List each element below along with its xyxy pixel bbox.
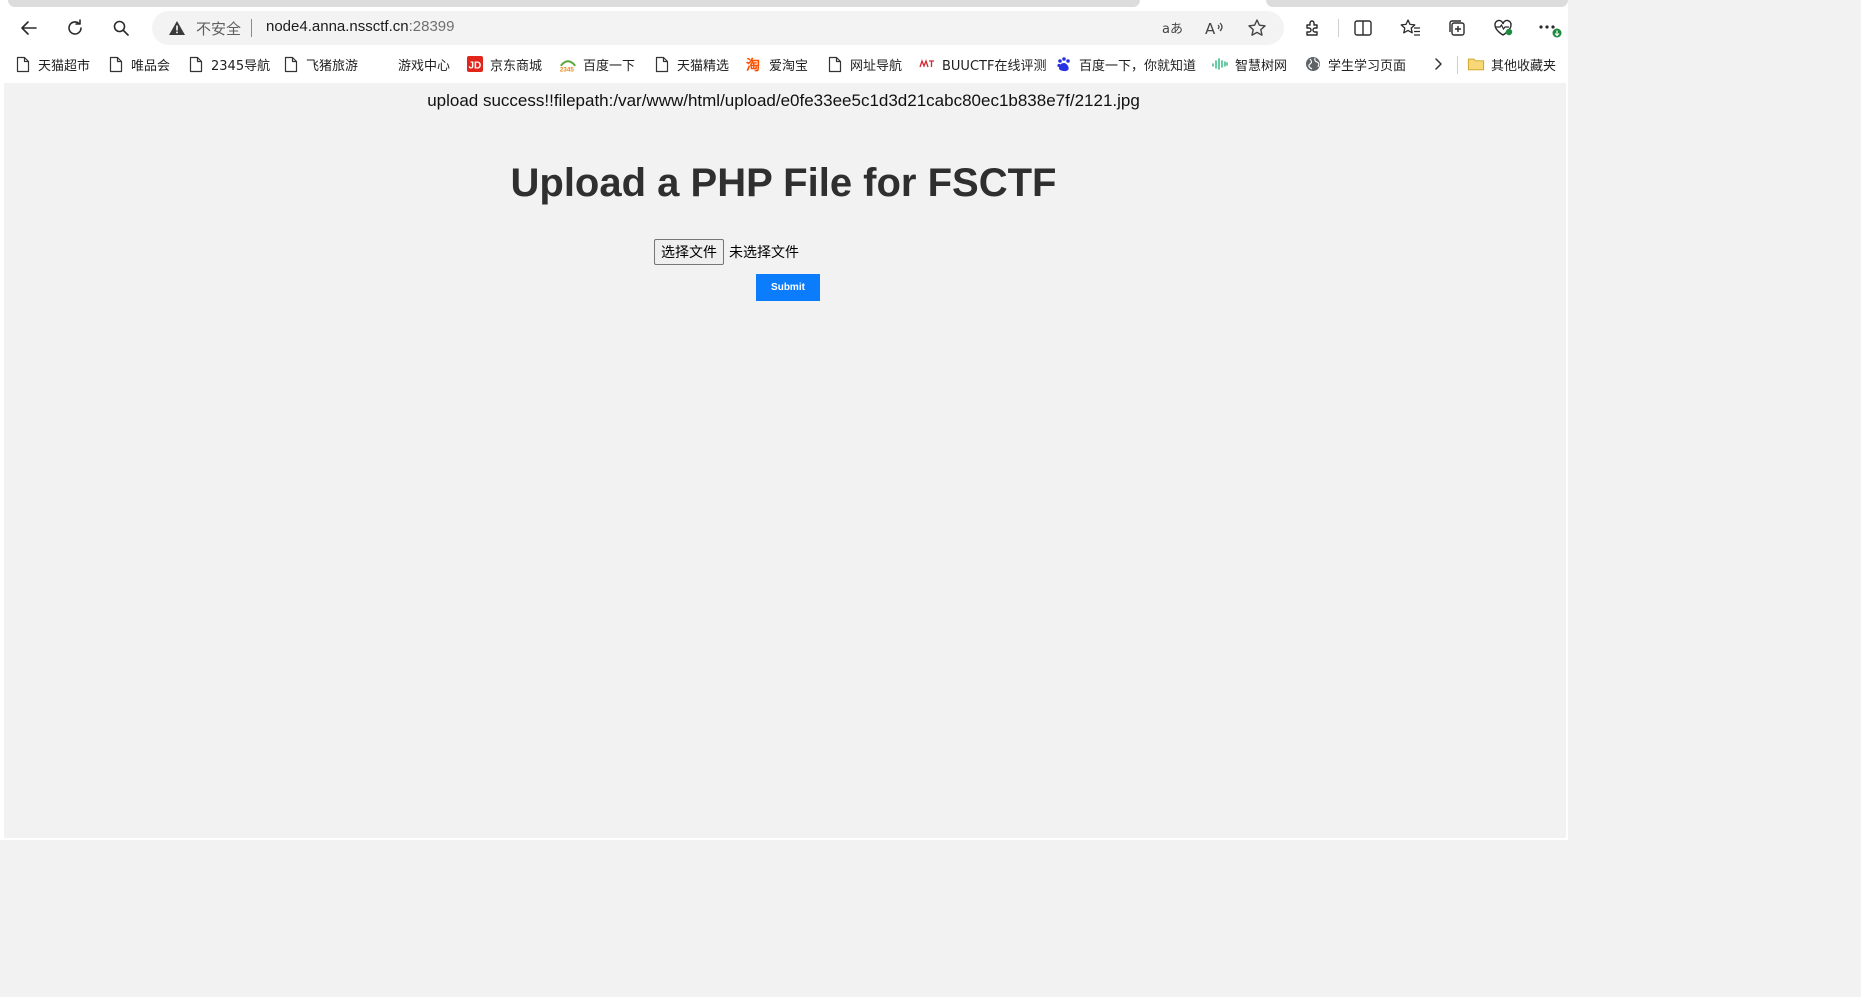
url-host: node4.anna.nssctf.cn <box>266 18 409 35</box>
browser-essentials-button[interactable] <box>1486 11 1520 45</box>
warning-triangle-icon[interactable] <box>168 19 186 37</box>
bookmark-item[interactable]: 百度一下，你就知道 <box>1055 52 1196 76</box>
bookmark-label: 学生学习页面 <box>1328 58 1407 74</box>
other-bookmarks-folder[interactable]: 其他收藏夹 <box>1467 52 1556 76</box>
more-button[interactable] <box>1532 11 1566 45</box>
bookmark-item[interactable]: JD 京东商城 <box>466 52 542 76</box>
bookmark-item[interactable]: 唯品会 <box>107 52 170 76</box>
more-icon <box>1539 25 1562 38</box>
bookmark-item[interactable]: 2345导航 <box>187 52 270 76</box>
favorites-button[interactable] <box>1394 11 1428 45</box>
split-screen-icon <box>1354 20 1372 36</box>
bookmark-item[interactable]: 网址导航 <box>826 52 902 76</box>
bookmark-item[interactable]: 天猫精选 <box>653 52 729 76</box>
page-title: Upload a PHP File for FSCTF <box>510 161 1057 205</box>
svg-text:2345: 2345 <box>560 67 575 73</box>
page-icon <box>187 55 205 73</box>
bookmark-label: 飞猪旅游 <box>306 58 359 74</box>
baidu-paw-icon <box>1055 55 1073 73</box>
svg-text:aあ: aあ <box>1162 22 1183 36</box>
page-icon <box>107 55 125 73</box>
favorite-button[interactable] <box>1245 16 1269 40</box>
collections-icon <box>1449 20 1465 36</box>
svg-text:淘: 淘 <box>746 57 760 73</box>
url-port: :28399 <box>408 18 455 35</box>
no-file-selected-label: 未选择文件 <box>729 245 799 261</box>
bookmark-item[interactable]: 淘 爱淘宝 <box>745 52 808 76</box>
bookmark-item[interactable]: 天猫超市 <box>14 52 90 76</box>
jd-logo-icon: JD <box>466 55 484 73</box>
address-bar[interactable]: 不安全 node4.anna.nssctf.cn:28399 aあ A <box>152 11 1284 45</box>
globe-icon <box>1304 55 1322 73</box>
toolbar-divider <box>1338 19 1339 37</box>
page-content: upload success!!filepath:/var/www/html/u… <box>4 83 1566 838</box>
bookmark-item[interactable]: 2345 百度一下 <box>559 52 635 76</box>
browser-essentials-icon <box>1494 19 1513 36</box>
svg-text:JD: JD <box>469 61 482 72</box>
collections-button[interactable] <box>1440 11 1474 45</box>
submit-button[interactable]: Submit <box>756 274 820 301</box>
read-aloud-button[interactable]: A <box>1203 16 1227 40</box>
choose-file-button[interactable]: 选择文件 <box>654 239 724 265</box>
page-icon <box>653 55 671 73</box>
bookmark-item[interactable]: 智慧树网 <box>1211 52 1287 76</box>
read-aloud-icon: A <box>1205 20 1223 37</box>
bookmark-label: 唯品会 <box>131 58 171 74</box>
bookmark-label: 百度一下 <box>583 58 636 74</box>
favorite-star-icon <box>1248 19 1266 36</box>
bookmark-label: 天猫超市 <box>38 58 91 74</box>
bookmark-label: 百度一下，你就知道 <box>1079 58 1197 74</box>
bookmark-item[interactable]: BUUCTF在线评测 <box>918 52 1046 76</box>
other-bookmarks-label: 其他收藏夹 <box>1491 58 1557 74</box>
bookmark-label: BUUCTF在线评测 <box>942 58 1047 74</box>
address-separator <box>251 19 252 37</box>
bookmark-label: 网址导航 <box>850 58 903 74</box>
translate-button[interactable]: aあ <box>1161 16 1185 40</box>
active-tab-edge[interactable] <box>8 0 1140 7</box>
bookmarks-overflow-button[interactable] <box>1428 52 1448 76</box>
bookmark-item[interactable]: 学生学习页面 <box>1304 52 1406 76</box>
bookmark-label: 游戏中心 <box>398 58 451 74</box>
refresh-icon <box>68 19 82 35</box>
bookmark-label: 2345导航 <box>211 58 271 74</box>
browser-toolbar: 不安全 node4.anna.nssctf.cn:28399 aあ A <box>0 8 1568 48</box>
chevron-right-icon <box>1435 58 1442 70</box>
folder-icon <box>1467 55 1485 73</box>
bookmark-item[interactable]: 飞猪旅游 <box>282 52 358 76</box>
svg-text:A: A <box>1205 20 1216 37</box>
bookmark-item[interactable]: 游戏中心 <box>398 52 450 76</box>
search-icon <box>113 20 129 36</box>
bookmark-label: 京东商城 <box>490 58 543 74</box>
bookmark-label: 爱淘宝 <box>769 58 809 74</box>
inactive-tab-edge[interactable] <box>1266 0 1568 7</box>
search-button[interactable] <box>104 11 138 45</box>
upload-status-message: upload success!!filepath:/var/www/html/u… <box>427 91 1140 110</box>
2345-logo-icon: 2345 <box>559 55 577 73</box>
taobao-logo-icon: 淘 <box>745 55 763 73</box>
bookmarks-divider <box>1457 56 1458 74</box>
extensions-button[interactable] <box>1296 11 1330 45</box>
translate-icon: aあ <box>1162 22 1183 36</box>
refresh-button[interactable] <box>58 11 92 45</box>
page-icon <box>282 55 300 73</box>
tab-strip <box>0 0 1568 8</box>
buuctf-logo-icon <box>918 55 936 73</box>
zhihuishu-logo-icon <box>1211 55 1229 73</box>
bookmark-label: 智慧树网 <box>1235 58 1288 74</box>
security-label[interactable]: 不安全 <box>196 18 241 39</box>
favorites-icon <box>1400 19 1420 36</box>
url-text[interactable]: node4.anna.nssctf.cn:28399 <box>266 18 455 35</box>
bookmarks-bar: 天猫超市 唯品会 2345导航 飞猪旅游 游戏中心 JD 京东商城 2345 百… <box>0 48 1568 81</box>
page-icon <box>14 55 32 73</box>
browser-window: 不安全 node4.anna.nssctf.cn:28399 aあ A 天猫超市… <box>0 0 1568 840</box>
extensions-icon <box>1306 20 1318 36</box>
file-input[interactable]: 选择文件 未选择文件 <box>654 239 799 265</box>
bookmark-label: 天猫精选 <box>677 58 730 74</box>
split-screen-button[interactable] <box>1346 11 1380 45</box>
back-icon <box>21 21 37 35</box>
back-button[interactable] <box>12 11 46 45</box>
page-icon <box>826 55 844 73</box>
